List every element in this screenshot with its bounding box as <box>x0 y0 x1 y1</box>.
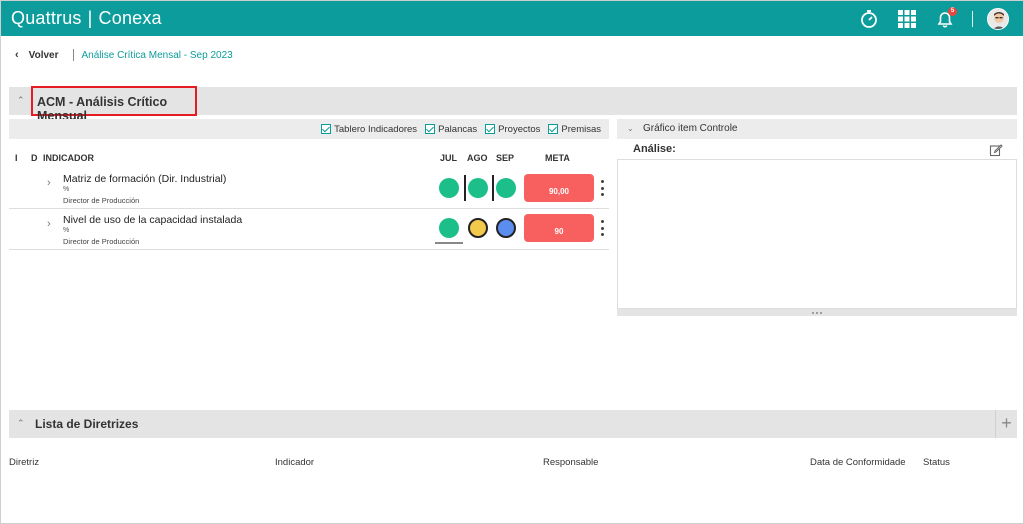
back-button[interactable]: ‹ Volver <box>15 49 59 61</box>
status-dot-jul[interactable] <box>439 178 459 198</box>
apps-grid-icon[interactable] <box>894 6 920 32</box>
chevron-up-icon[interactable]: ⌃ <box>17 418 25 429</box>
filter-tablero-indicadores[interactable]: Tablero Indicadores <box>321 124 417 135</box>
add-diretriz-button[interactable]: + <box>995 410 1017 438</box>
grafico-title: Gráfico item Controle <box>643 123 738 134</box>
chevron-right-icon[interactable]: › <box>47 218 51 230</box>
analise-label: Análise: <box>633 143 676 155</box>
edit-icon[interactable] <box>989 143 1003 157</box>
col-header-ago: AGO <box>467 153 488 163</box>
indicator-name[interactable]: Nivel de uso de la capacidad instalada <box>63 214 242 226</box>
filter-premisas[interactable]: Premisas <box>548 124 601 135</box>
col-header-indicador[interactable]: Indicador <box>275 457 314 468</box>
status-dot-sep[interactable] <box>496 178 516 198</box>
grafico-panel-header[interactable]: ⌄ Gráfico item Controle <box>617 119 1017 139</box>
status-dot-ago[interactable] <box>468 218 488 238</box>
indicator-unit: % <box>63 186 70 193</box>
month-divider <box>464 175 466 201</box>
table-row: › Nivel de uso de la capacidad instalada… <box>9 210 609 250</box>
breadcrumb-current[interactable]: Análise Crítica Mensal - Sep 2023 <box>82 50 233 61</box>
resize-handle[interactable] <box>617 309 1017 316</box>
product-name: Conexa <box>98 8 162 28</box>
filter-label: Palancas <box>438 123 478 135</box>
filter-label: Proyectos <box>498 123 541 135</box>
indicator-name[interactable]: Matriz de formación (Dir. Industrial) <box>63 173 226 185</box>
meta-value[interactable]: 90 <box>524 214 594 242</box>
filter-label: Premisas <box>561 123 601 135</box>
notification-badge: 5 <box>948 6 957 16</box>
filter-label: Tablero Indicadores <box>334 123 418 135</box>
checkbox-checked-icon[interactable] <box>321 124 332 134</box>
col-header-sep: SEP <box>496 153 515 163</box>
col-header-responsable[interactable]: Responsable <box>543 457 598 468</box>
analise-textarea[interactable] <box>617 159 1017 309</box>
avatar-icon <box>987 7 1009 30</box>
brand-logo[interactable]: Quattrus | Conexa <box>11 8 162 29</box>
col-header-diretriz[interactable]: Diretriz <box>9 457 39 468</box>
breadcrumb-divider <box>72 49 74 61</box>
meta-value[interactable]: 90,00 <box>524 174 594 202</box>
breadcrumb: ‹ Volver Análise Crítica Mensal - Sep 20… <box>15 49 233 61</box>
brand-name: Quattrus <box>11 8 82 28</box>
brand-separator: | <box>87 8 93 28</box>
col-header-data-conformidade[interactable]: Data de Conformidade <box>810 457 906 468</box>
table-row: › Matriz de formación (Dir. Industrial) … <box>9 169 609 209</box>
lista-section-header[interactable]: ⌃ Lista de Diretrizes <box>9 410 1017 438</box>
indicator-owner: Director de Producción <box>63 237 140 246</box>
stopwatch-icon[interactable] <box>856 6 882 32</box>
col-header-d: D <box>31 153 38 163</box>
indicator-owner: Director de Producción <box>63 196 140 205</box>
selected-month-underline <box>435 242 463 244</box>
more-options-icon[interactable] <box>599 180 605 196</box>
checkbox-checked-icon[interactable] <box>548 124 559 134</box>
filter-bar: Tablero Indicadores Palancas Proyectos P… <box>9 119 609 139</box>
chevron-up-icon[interactable]: ⌃ <box>17 95 25 106</box>
top-icons: 5 <box>844 6 1011 31</box>
filter-palancas[interactable]: Palancas <box>425 124 477 135</box>
status-dot-jul[interactable] <box>439 218 459 238</box>
acm-section-header[interactable]: ⌃ ACM - Análisis Crítico Mensual <box>9 86 1017 123</box>
lista-title: Lista de Diretrizes <box>35 417 139 431</box>
indicator-unit: % <box>63 227 70 234</box>
bell-icon[interactable]: 5 <box>932 6 958 32</box>
checkbox-checked-icon[interactable] <box>425 124 436 134</box>
col-header-status[interactable]: Status <box>923 457 950 468</box>
month-divider <box>492 175 494 201</box>
status-dot-sep[interactable] <box>496 218 516 238</box>
checkbox-checked-icon[interactable] <box>485 124 496 134</box>
chevron-down-icon[interactable]: ⌄ <box>627 124 634 133</box>
chevron-right-icon[interactable]: › <box>47 177 51 189</box>
col-header-indicador: INDICADOR <box>43 153 94 163</box>
col-header-meta: META <box>545 153 570 163</box>
user-avatar[interactable] <box>985 6 1011 32</box>
topbar-divider <box>972 10 973 27</box>
back-label: Volver <box>28 49 59 61</box>
chevron-left-icon: ‹ <box>15 49 19 61</box>
filter-proyectos[interactable]: Proyectos <box>485 124 540 135</box>
top-bar: Quattrus | Conexa 5 <box>1 1 1023 36</box>
col-header-i: I <box>15 153 18 163</box>
acm-title: ACM - Análisis Crítico Mensual <box>31 86 197 123</box>
more-options-icon[interactable] <box>599 220 605 236</box>
col-header-jul: JUL <box>440 153 458 163</box>
status-dot-ago[interactable] <box>468 178 488 198</box>
